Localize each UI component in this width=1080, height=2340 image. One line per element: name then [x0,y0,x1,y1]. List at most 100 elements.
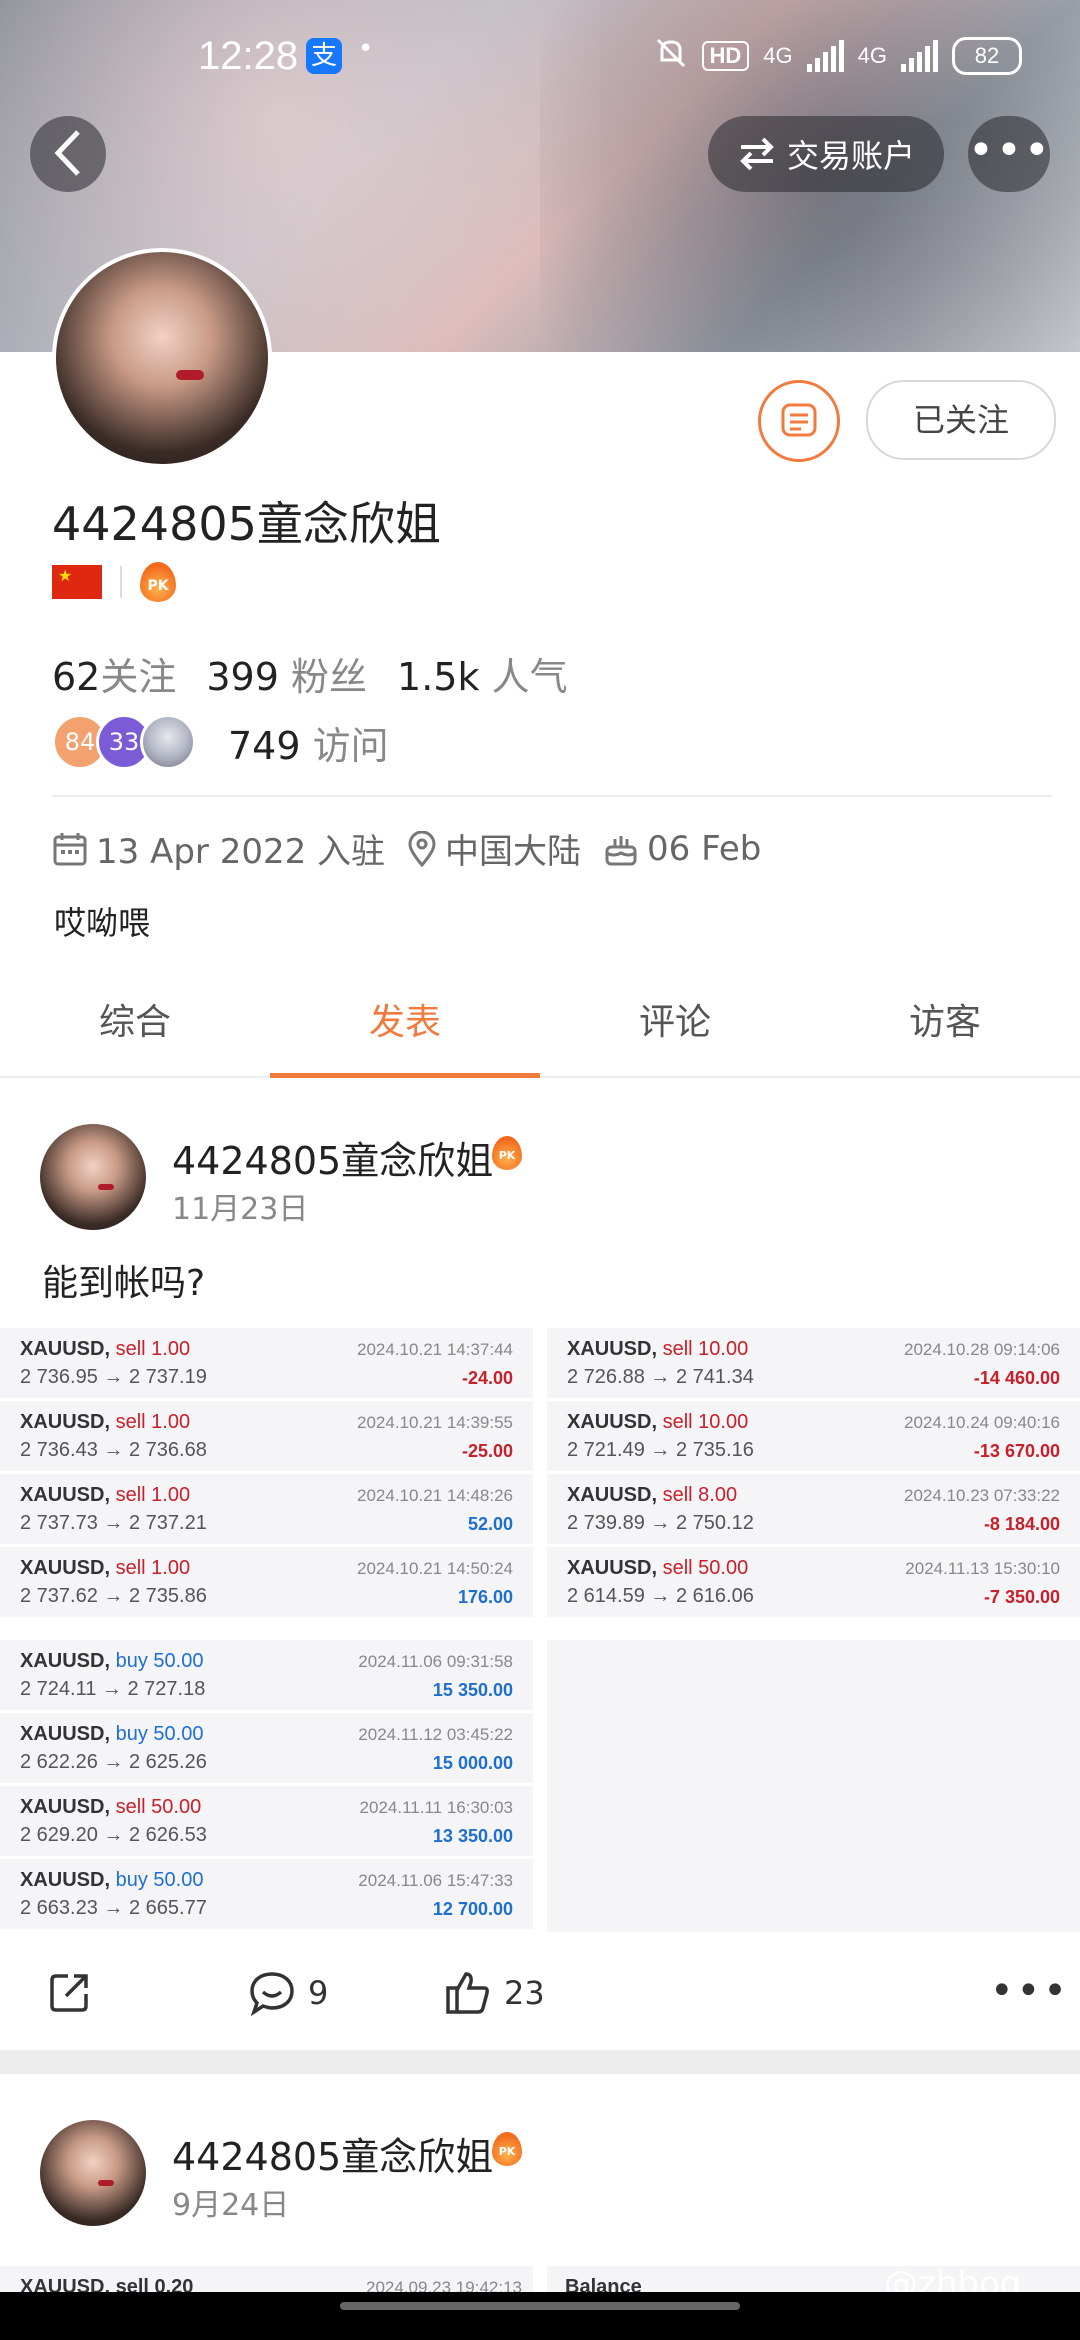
post-date: 9月24日 [172,2188,290,2223]
chevron-left-icon [54,130,80,176]
tab-comments[interactable]: 评论 [540,960,810,1076]
trade-lots: 10.00 [698,1338,749,1360]
more-button[interactable]: ••• [968,116,1050,192]
visitors-row[interactable]: 84 33 749 访问 [52,714,389,770]
post-separator [0,2050,1080,2074]
following-button[interactable]: 已关注 [866,380,1056,460]
badge-divider [120,566,122,598]
trade-row: XAUUSD, sell 50.00 2 614.59 → 2 616.06 202… [547,1547,1080,1620]
post-author-name[interactable]: 4424805童念欣姐 [172,1130,493,1185]
hd-voice-icon: HD [701,41,750,71]
trade-instrument: XAUUSD, [20,1723,111,1745]
trade-instrument: XAUUSD, [20,1338,111,1360]
trade-symbol: XAUUSD, sell 1.00 [20,1338,190,1361]
trade-lots: 50.00 [153,1650,204,1672]
comment-count: 9 [308,1974,329,2012]
trade-side: sell [115,1796,146,1818]
tab-posts[interactable]: 发表 [270,960,540,1078]
trade-instrument: XAUUSD, [567,1411,658,1433]
thumbs-up-icon [446,1972,489,2014]
trade-list-right: XAUUSD, sell 10.00 2 726.88 → 2 741.34 202… [547,1328,1080,1620]
visits-stat: 749 访问 [228,715,389,770]
trade-instrument: XAUUSD, [567,1484,658,1506]
popularity-count: 1.5k [397,655,480,699]
trade-prices: 2 629.20 → 2 626.53 [20,1824,207,1846]
profile-avatar[interactable] [52,248,272,468]
trade-row: XAUUSD, sell 1.00 2 737.62 → 2 735.86 2024… [0,1547,533,1620]
trade-lots: 1.00 [151,1557,191,1579]
trading-account-label: 交易账户 [786,137,915,175]
trade-prices: 2 726.88 → 2 741.34 [567,1366,754,1388]
trade-instrument: XAUUSD, [20,1650,111,1672]
trade-prices: 2 736.95 → 2 737.19 [20,1366,207,1388]
profile-tabs: 综合 发表 评论 访客 [0,960,1080,1078]
birthday-info: 06 Feb [603,829,761,869]
navigation-bar [0,2292,1080,2340]
trade-lots: 8.00 [698,1484,738,1506]
trade-instrument: XAUUSD, [20,1411,111,1433]
trade-time: 2024.10.21 14:48:26 [357,1486,513,1505]
status-bar: 12:28 支 • HD 4G 4G 82 [0,28,1080,88]
trade-side: sell [115,1484,146,1506]
home-indicator[interactable] [340,2302,740,2310]
trade-side: sell [662,1557,693,1579]
trade-symbol: XAUUSD, sell 10.00 [567,1411,748,1434]
tab-visitors[interactable]: 访客 [810,960,1080,1076]
pk-fire-badge-icon[interactable]: PK [140,562,176,602]
signal-icon-1 [806,40,844,72]
post-author-name[interactable]: 4424805童念欣姐 [172,2126,493,2181]
trade-side: buy [115,1650,148,1672]
back-button[interactable] [30,116,106,192]
following-stat[interactable]: 62关注 [52,646,176,701]
trade-time: 2024.10.21 14:50:24 [357,1559,513,1578]
trade-time: 2024.10.28 09:14:06 [904,1340,1060,1359]
trade-prices: 2 724.11 → 2 727.18 [20,1678,206,1700]
trade-time: 2024.11.13 15:30:10 [905,1559,1060,1578]
trade-lots: 1.00 [151,1411,191,1433]
tab-overview[interactable]: 综合 [0,960,270,1076]
profile-stats: 62关注 399 粉丝 1.5k 人气 [52,646,568,701]
trade-prices: 2 736.43 → 2 736.68 [20,1439,207,1461]
status-right: HD 4G 4G 82 [654,36,1022,76]
calendar-icon [53,832,87,865]
joined-date: 13 Apr 2022 入驻 [96,832,386,872]
trade-prices: 2 721.49 → 2 735.16 [567,1439,754,1461]
trade-row: XAUUSD, sell 1.00 2 737.73 → 2 737.21 2024… [0,1474,533,1547]
post-author-avatar[interactable] [40,1124,146,1230]
post-date: 11月23日 [172,1192,309,1227]
post-author-avatar[interactable] [40,2120,146,2226]
trade-side: sell [115,1411,146,1433]
share-icon [50,1974,88,2012]
profile-username: 4424805童念欣姐 [52,497,441,551]
trade-row: XAUUSD, sell 10.00 2 726.88 → 2 741.34 202… [547,1328,1080,1401]
following-count: 62 [52,655,101,699]
trade-instrument: XAUUSD, [20,1869,111,1891]
visits-count: 749 [228,723,301,768]
message-button[interactable] [758,380,840,462]
post-more-button[interactable]: ••• [990,1968,1070,2014]
trade-row: XAUUSD, sell 8.00 2 739.89 → 2 750.12 2024… [547,1474,1080,1547]
like-button[interactable]: 23 [444,1970,545,2016]
share-button[interactable] [48,1970,92,2014]
trade-symbol: XAUUSD, sell 1.00 [20,1557,190,1580]
visitor-avatar-photo [140,714,196,770]
trade-prices: 2 739.89 → 2 750.12 [567,1512,754,1534]
trade-lots: 1.00 [151,1484,191,1506]
birthday-text: 06 Feb [647,828,762,869]
profile-badges: PK [52,562,176,602]
trade-profit: -8 184.00 [983,1514,1060,1534]
status-time: 12:28 [198,34,299,78]
trade-symbol: XAUUSD, sell 10.00 [567,1338,748,1361]
trading-account-button[interactable]: 交易账户 [708,116,944,192]
trade-instrument: XAUUSD, [567,1557,658,1579]
post-actions: 9 23 ••• [0,1950,1080,2040]
comment-button[interactable]: 9 [248,1970,328,2016]
trade-profit: -13 670.00 [973,1441,1060,1461]
trade-lots: 10.00 [698,1411,749,1433]
partial-trade-row: XAUUSD, sell 0.20 2024.09.23 19:42:13 [0,2266,533,2298]
popularity-stat: 1.5k 人气 [397,646,568,701]
fans-stat[interactable]: 399 粉丝 [206,646,367,701]
fans-label: 粉丝 [291,655,368,699]
mute-icon [654,36,688,76]
swap-icon [740,137,774,171]
